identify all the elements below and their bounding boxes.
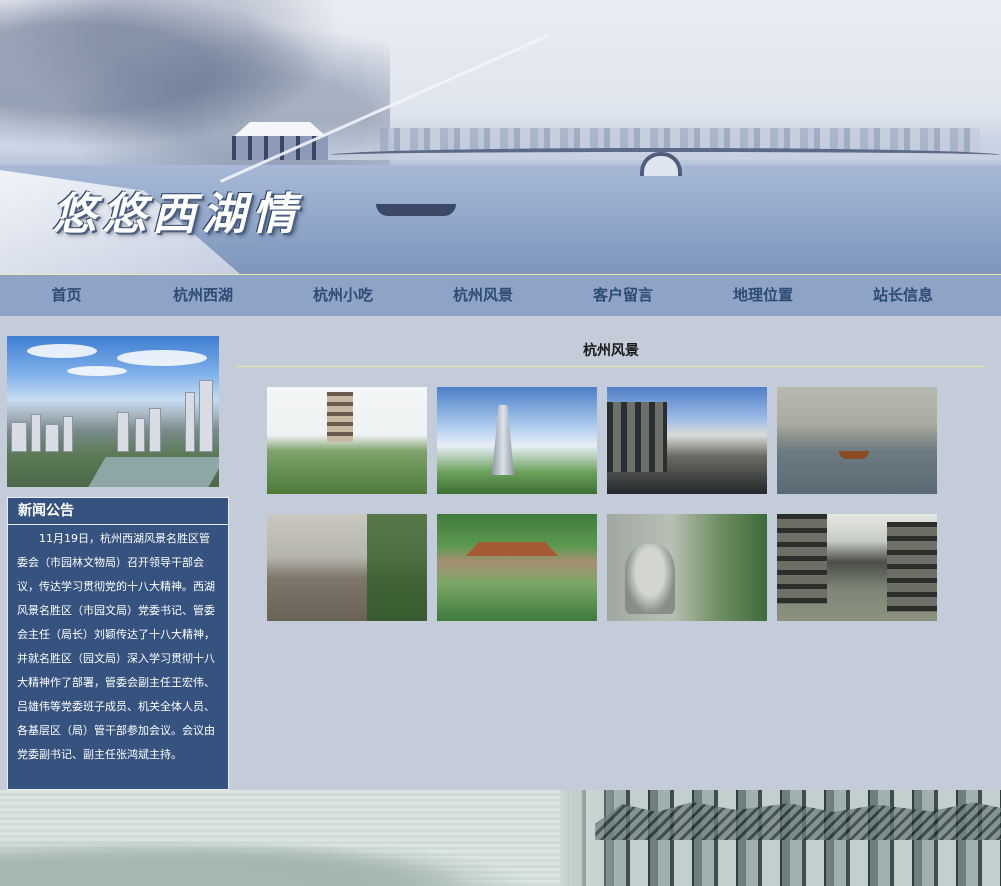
nav-item-location[interactable]: 地理位置 <box>693 275 833 316</box>
city-photo <box>7 336 219 487</box>
header-banner: 悠悠西湖情 <box>0 0 1001 274</box>
photo-stone-buddha[interactable] <box>607 514 767 621</box>
nav-item-webmaster[interactable]: 站长信息 <box>833 275 973 316</box>
main-nav: 首页 杭州西湖 杭州小吃 杭州风景 客户留言 地理位置 站长信息 <box>0 274 1001 316</box>
photo-leifeng-pagoda[interactable] <box>267 387 427 494</box>
photo-willow-lakeside[interactable] <box>267 514 427 621</box>
news-body: 11月19日，杭州西湖风景名胜区管委会（市园林文物局）召开领导干部会议，传达学习… <box>17 532 215 761</box>
news-panel: 新闻公告 11月19日，杭州西湖风景名胜区管委会（市园林文物局）召开领导干部会议… <box>7 497 229 790</box>
photo-lake-boats[interactable] <box>777 387 937 494</box>
nav-item-home[interactable]: 首页 <box>0 275 133 316</box>
photo-water-town[interactable] <box>607 387 767 494</box>
photo-garden-house[interactable] <box>437 514 597 621</box>
section-title: 杭州风景 <box>236 340 986 367</box>
nav-item-guestbook[interactable]: 客户留言 <box>553 275 693 316</box>
nav-item-scenery[interactable]: 杭州风景 <box>413 275 553 316</box>
nav-item-snacks[interactable]: 杭州小吃 <box>273 275 413 316</box>
photo-tower[interactable] <box>437 387 597 494</box>
footer-decoration <box>0 790 1001 886</box>
site-title: 悠悠西湖情 <box>52 189 302 240</box>
nav-item-west-lake[interactable]: 杭州西湖 <box>133 275 273 316</box>
news-title: 新闻公告 <box>8 498 228 525</box>
misty-hills <box>0 830 540 886</box>
photo-canal[interactable] <box>777 514 937 621</box>
